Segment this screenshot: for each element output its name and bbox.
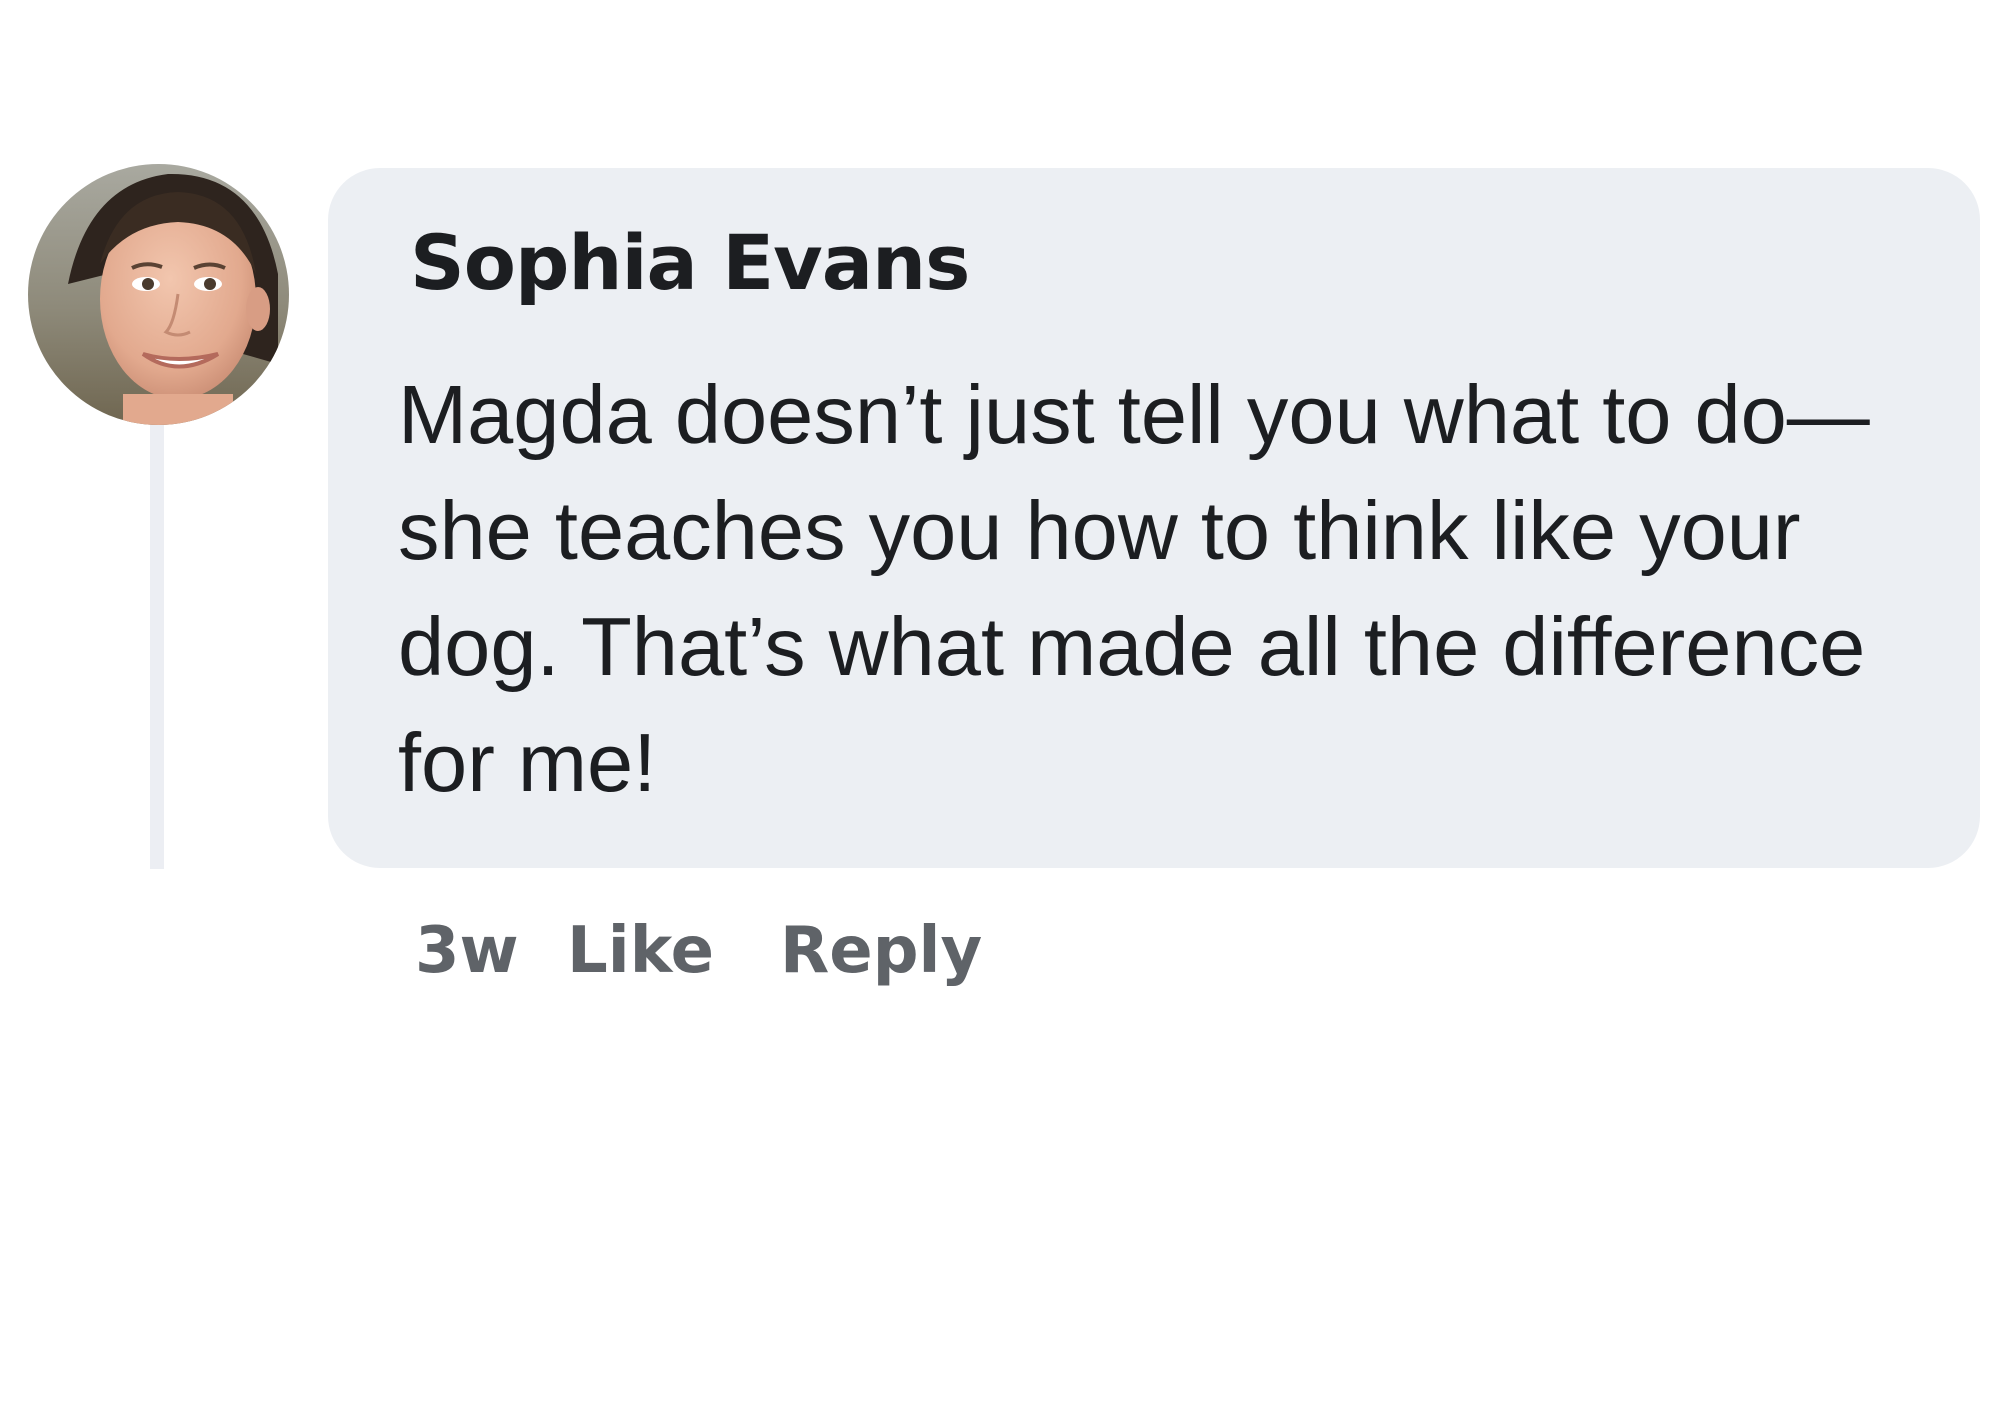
thread-connector-line [150, 425, 164, 869]
reply-button[interactable]: Reply [780, 914, 982, 988]
comment-author-name[interactable]: Sophia Evans [410, 218, 970, 307]
comment-text-line: dog. That’s what made all the difference [398, 600, 1866, 693]
comment-timestamp[interactable]: 3w [415, 914, 519, 988]
comment-text: Magda doesn’t just tell you what to do— … [398, 357, 1938, 821]
comment-text-line: for me! [398, 716, 657, 809]
like-button[interactable]: Like [567, 914, 714, 988]
comment-text-line: she teaches you how to think like your [398, 484, 1801, 577]
comment-page: Sophia Evans Magda doesn’t just tell you… [0, 0, 2000, 1428]
avatar[interactable] [28, 164, 289, 425]
comment-bubble: Sophia Evans Magda doesn’t just tell you… [328, 168, 1980, 868]
user-photo-avatar-icon [28, 164, 289, 425]
comment-text-line: Magda doesn’t just tell you what to do— [398, 368, 1870, 461]
